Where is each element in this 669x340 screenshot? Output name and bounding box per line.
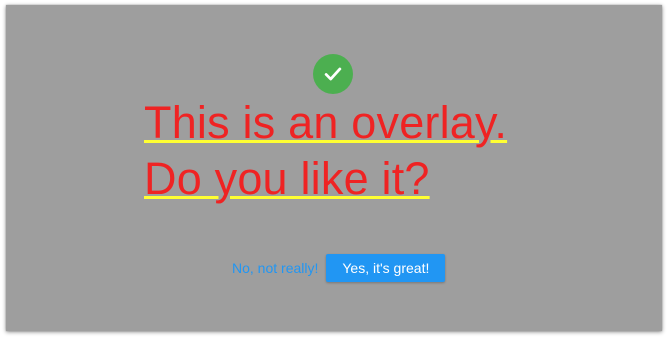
overlay-title: This is an overlay. Do you like it? bbox=[144, 95, 574, 207]
decline-button[interactable]: No, not really! bbox=[230, 254, 320, 282]
success-badge bbox=[313, 54, 353, 94]
overlay-title-line-1: This is an overlay. bbox=[144, 97, 508, 148]
overlay-actions: No, not really! Yes, it's great! bbox=[230, 254, 446, 282]
page: This is an overlay. Do you like it? No, … bbox=[0, 0, 669, 340]
overlay-title-line-2: Do you like it? bbox=[144, 153, 430, 204]
accept-button[interactable]: Yes, it's great! bbox=[326, 254, 446, 282]
overlay-panel: This is an overlay. Do you like it? No, … bbox=[6, 5, 662, 331]
check-icon bbox=[324, 67, 342, 81]
